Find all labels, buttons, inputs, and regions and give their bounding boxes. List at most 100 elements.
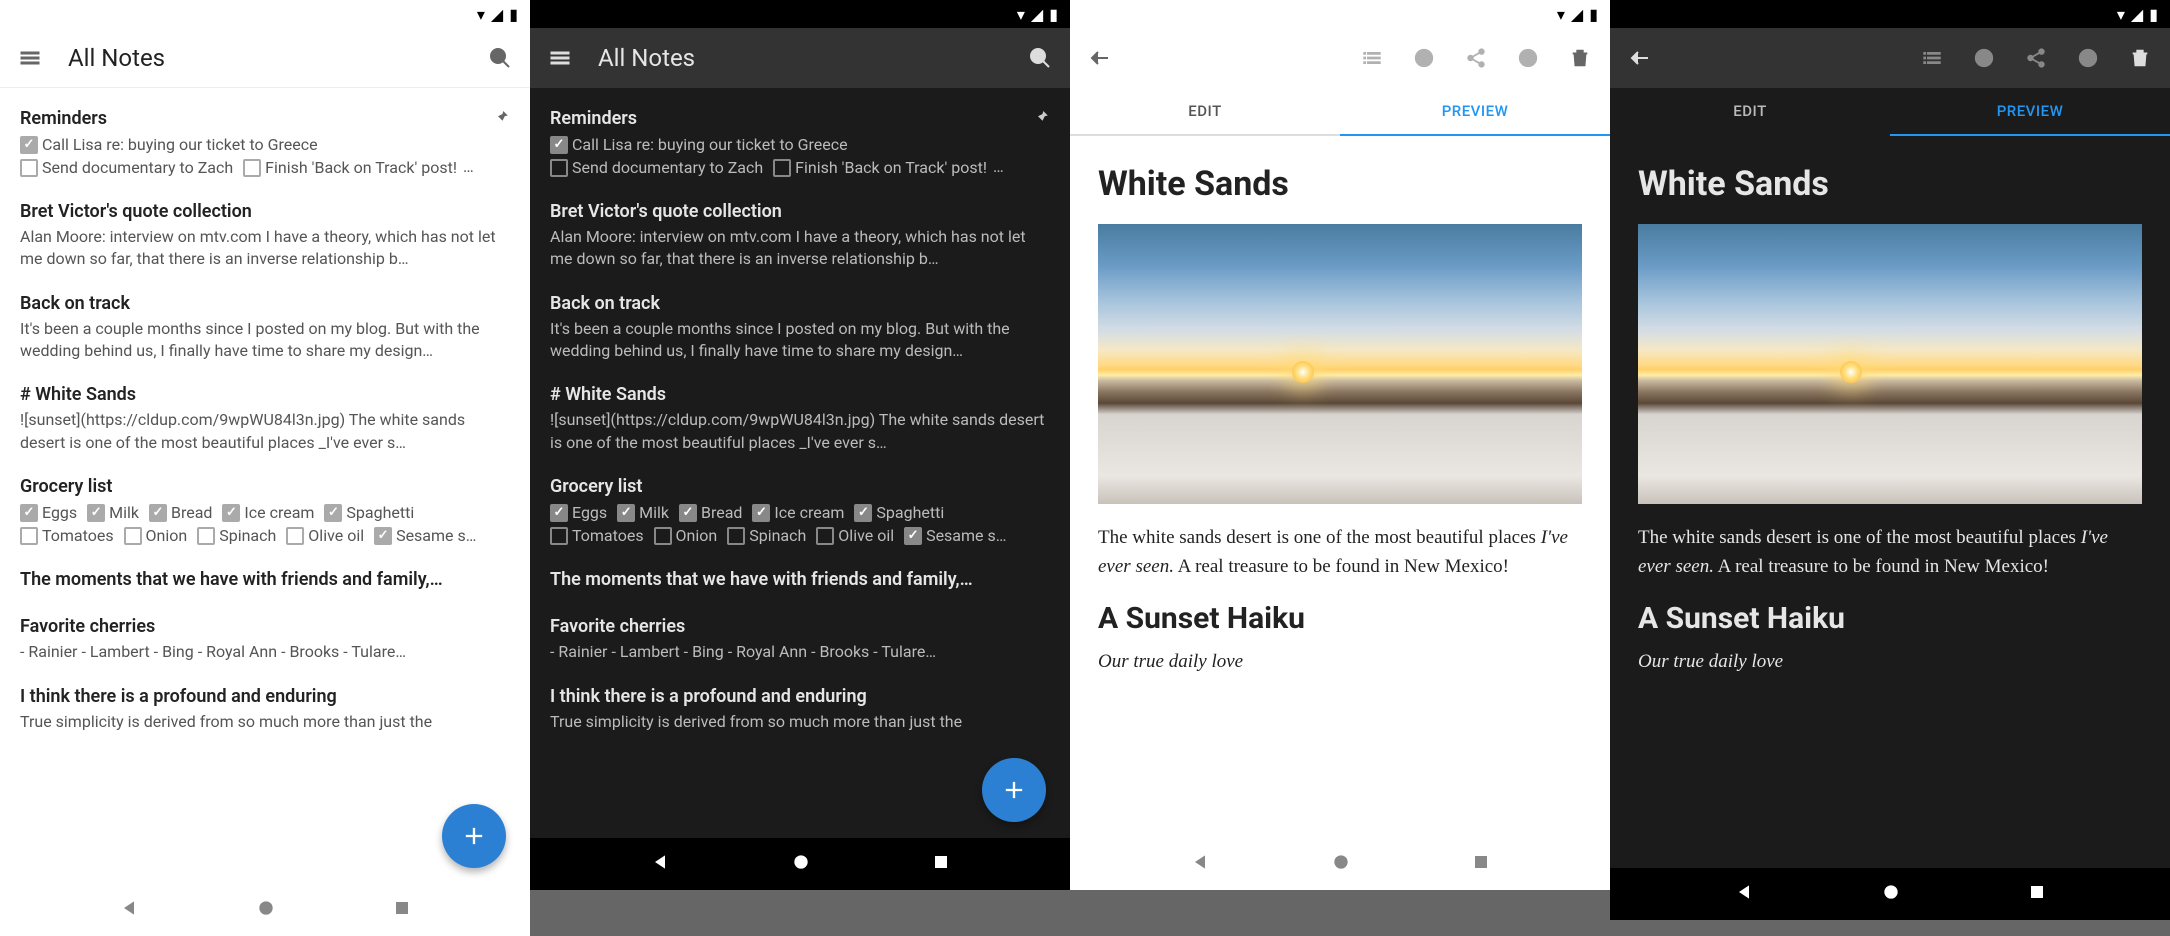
checkbox-item[interactable]: Eggs (20, 502, 83, 524)
checkbox-empty-icon[interactable] (20, 159, 38, 177)
history-icon[interactable] (1410, 44, 1438, 72)
checkbox-item[interactable]: Ice cream (222, 502, 320, 524)
checkbox-item[interactable]: Bread (149, 502, 218, 524)
checkbox-item[interactable]: Call Lisa re: buying our ticket to Greec… (550, 134, 854, 156)
checkbox-item[interactable]: Tomatoes (550, 525, 650, 547)
checkbox-item[interactable]: Spaghetti (324, 502, 420, 524)
checkbox-item[interactable]: Ice cream (752, 502, 850, 524)
checkbox-empty-icon[interactable] (727, 527, 745, 545)
checkbox-checked-icon[interactable] (20, 136, 38, 154)
tab-preview[interactable]: PREVIEW (1340, 88, 1610, 136)
checkbox-empty-icon[interactable] (816, 527, 834, 545)
note-item[interactable]: Grocery listEggs Milk Bread Ice cream Sp… (550, 464, 1050, 557)
nav-recent-icon[interactable] (2028, 883, 2046, 905)
nav-home-icon[interactable] (1331, 852, 1351, 876)
checkbox-item[interactable]: Tomatoes (20, 525, 120, 547)
tab-preview[interactable]: PREVIEW (1890, 88, 2170, 136)
share-icon[interactable] (2022, 44, 2050, 72)
nav-recent-icon[interactable] (1472, 853, 1490, 875)
checkbox-checked-icon[interactable] (550, 504, 568, 522)
tab-edit[interactable]: EDIT (1610, 88, 1890, 136)
checkbox-empty-icon[interactable] (197, 527, 215, 545)
checkbox-checked-icon[interactable] (679, 504, 697, 522)
checkbox-checked-icon[interactable] (904, 527, 922, 545)
checkbox-checked-icon[interactable] (149, 504, 167, 522)
checkbox-empty-icon[interactable] (286, 527, 304, 545)
search-icon[interactable] (486, 44, 514, 72)
note-item[interactable]: Back on trackIt's been a couple months s… (550, 281, 1050, 373)
preview-content[interactable]: White Sands The white sands desert is on… (1070, 136, 1610, 838)
note-item[interactable]: I think there is a profound and enduring… (550, 674, 1050, 743)
checkbox-item[interactable]: Olive oil (286, 525, 370, 547)
checkbox-checked-icon[interactable] (20, 504, 38, 522)
preview-content[interactable]: White Sands The white sands desert is on… (1610, 136, 2170, 868)
note-item[interactable]: Bret Victor's quote collectionAlan Moore… (20, 189, 510, 281)
checkbox-empty-icon[interactable] (654, 527, 672, 545)
checklist-icon[interactable] (1358, 44, 1386, 72)
trash-icon[interactable] (1566, 44, 1594, 72)
checkbox-item[interactable]: Eggs (550, 502, 613, 524)
back-icon[interactable] (1626, 44, 1654, 72)
info-icon[interactable] (1514, 44, 1542, 72)
notes-list[interactable]: RemindersCall Lisa re: buying our ticket… (0, 88, 530, 884)
checkbox-checked-icon[interactable] (324, 504, 342, 522)
checkbox-item[interactable]: Finish 'Back on Track' post! (243, 157, 463, 179)
nav-recent-icon[interactable] (393, 899, 411, 921)
checkbox-empty-icon[interactable] (550, 527, 568, 545)
menu-icon[interactable] (546, 44, 574, 72)
checkbox-item[interactable]: Bread (679, 502, 748, 524)
checkbox-item[interactable]: Milk (87, 502, 145, 524)
note-item[interactable]: # White Sands![sunset](https://cldup.com… (550, 372, 1050, 464)
note-item[interactable]: Grocery listEggs Milk Bread Ice cream Sp… (20, 464, 510, 557)
back-icon[interactable] (1086, 44, 1114, 72)
nav-home-icon[interactable] (256, 898, 276, 922)
nav-back-icon[interactable] (650, 852, 670, 876)
note-item[interactable]: Bret Victor's quote collectionAlan Moore… (550, 189, 1050, 281)
checkbox-item[interactable]: Onion (124, 525, 194, 547)
checkbox-item[interactable]: Sesame s… (904, 525, 1012, 547)
nav-back-icon[interactable] (119, 898, 139, 922)
trash-icon[interactable] (2126, 44, 2154, 72)
nav-back-icon[interactable] (1734, 882, 1754, 906)
checkbox-item[interactable]: Olive oil (816, 525, 900, 547)
notes-list[interactable]: RemindersCall Lisa re: buying our ticket… (530, 88, 1070, 838)
note-item[interactable]: # White Sands![sunset](https://cldup.com… (20, 372, 510, 464)
checkbox-item[interactable]: Spinach (727, 525, 812, 547)
note-item[interactable]: Back on trackIt's been a couple months s… (20, 281, 510, 373)
nav-home-icon[interactable] (791, 852, 811, 876)
add-note-fab[interactable] (982, 758, 1046, 822)
add-note-fab[interactable] (442, 804, 506, 868)
checkbox-checked-icon[interactable] (87, 504, 105, 522)
checkbox-item[interactable]: Milk (617, 502, 675, 524)
share-icon[interactable] (1462, 44, 1490, 72)
checkbox-checked-icon[interactable] (752, 504, 770, 522)
note-item[interactable]: Favorite cherries- Rainier - Lambert - B… (20, 604, 510, 673)
checkbox-checked-icon[interactable] (854, 504, 872, 522)
tab-edit[interactable]: EDIT (1070, 88, 1340, 136)
checkbox-item[interactable]: Send documentary to Zach (550, 157, 769, 179)
checkbox-item[interactable]: Spaghetti (854, 502, 950, 524)
nav-recent-icon[interactable] (932, 853, 950, 875)
checkbox-item[interactable]: Sesame s… (374, 525, 482, 547)
note-item[interactable]: RemindersCall Lisa re: buying our ticket… (550, 96, 1050, 189)
checkbox-checked-icon[interactable] (222, 504, 240, 522)
checkbox-item[interactable]: Spinach (197, 525, 282, 547)
nav-back-icon[interactable] (1190, 852, 1210, 876)
checkbox-empty-icon[interactable] (550, 159, 568, 177)
checkbox-checked-icon[interactable] (617, 504, 635, 522)
menu-icon[interactable] (16, 44, 44, 72)
checkbox-empty-icon[interactable] (124, 527, 142, 545)
history-icon[interactable] (1970, 44, 1998, 72)
pin-icon[interactable] (1032, 108, 1050, 130)
checkbox-item[interactable]: Send documentary to Zach (20, 157, 239, 179)
pin-icon[interactable] (492, 108, 510, 130)
note-item[interactable]: Favorite cherries- Rainier - Lambert - B… (550, 604, 1050, 673)
checkbox-checked-icon[interactable] (550, 136, 568, 154)
search-icon[interactable] (1026, 44, 1054, 72)
checkbox-empty-icon[interactable] (773, 159, 791, 177)
checkbox-empty-icon[interactable] (20, 527, 38, 545)
info-icon[interactable] (2074, 44, 2102, 72)
note-item[interactable]: The moments that we have with friends an… (550, 557, 1050, 604)
note-item[interactable]: RemindersCall Lisa re: buying our ticket… (20, 96, 510, 189)
checkbox-item[interactable]: Call Lisa re: buying our ticket to Greec… (20, 134, 324, 156)
